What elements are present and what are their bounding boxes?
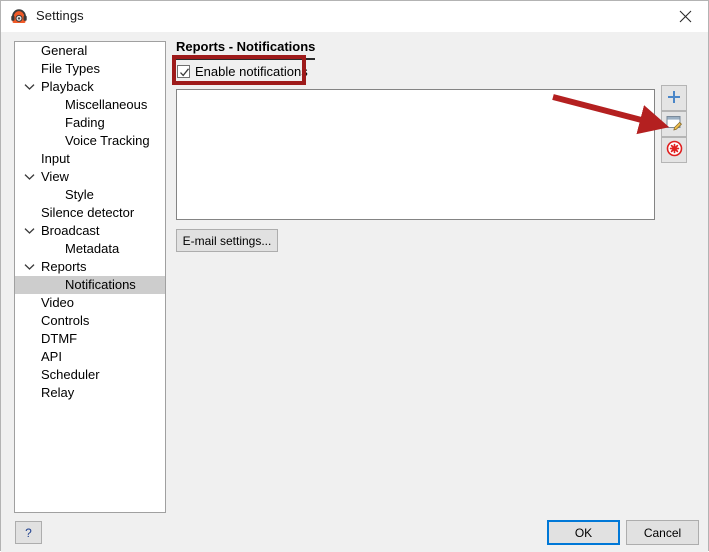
enable-notifications-checkbox[interactable]: Enable notifications [177,63,308,80]
checkbox-label: Enable notifications [195,64,308,79]
notifications-list[interactable] [176,89,655,220]
checkbox-box[interactable] [177,65,190,78]
sidebar-item-label: Relay [41,385,75,400]
sidebar-item-input[interactable]: Input [15,150,165,168]
chevron-down-icon[interactable] [24,78,37,96]
help-button[interactable]: ? [15,521,42,544]
sidebar-item-label: Voice Tracking [65,133,150,148]
delete-circle-icon [666,140,683,160]
sidebar-item-voice-tracking[interactable]: Voice Tracking [15,132,165,150]
sidebar-item-miscellaneous[interactable]: Miscellaneous [15,96,165,114]
sidebar-item-label: Playback [41,79,94,94]
sidebar-item-label: Miscellaneous [65,97,148,112]
sidebar-item-view[interactable]: View [15,168,165,186]
cancel-button[interactable]: Cancel [626,520,699,545]
sidebar-item-notifications[interactable]: Notifications [15,276,165,294]
settings-dialog: Settings General File Types Playback Miscel… [0,0,709,552]
close-icon[interactable] [662,1,708,32]
sidebar-item-label: Controls [41,313,90,328]
sidebar-item-label: Fading [65,115,105,130]
page-title-underline [175,58,315,60]
delete-button[interactable] [661,137,687,163]
sidebar-item-label: File Types [41,61,101,76]
sidebar-item-controls[interactable]: Controls [15,312,165,330]
chevron-down-icon[interactable] [24,168,37,186]
sidebar-item-file-types[interactable]: File Types [15,60,165,78]
sidebar-item-fading[interactable]: Fading [15,114,165,132]
settings-tree[interactable]: General File Types Playback Miscellaneous Fa… [14,41,166,513]
sidebar-item-playback[interactable]: Playback [15,78,165,96]
sidebar-item-metadata[interactable]: Metadata [15,240,165,258]
sidebar-item-style[interactable]: Style [15,186,165,204]
radio-headphones-icon [10,8,28,26]
sidebar-item-relay[interactable]: Relay [15,384,165,402]
sidebar-item-label: DTMF [41,331,78,346]
sidebar-item-video[interactable]: Video [15,294,165,312]
sidebar-item-label: View [41,169,69,184]
sidebar-item-label: API [41,349,62,364]
sidebar-item-silence-detector[interactable]: Silence detector [15,204,165,222]
ok-button[interactable]: OK [547,520,620,545]
add-button[interactable] [661,85,687,111]
chevron-down-icon[interactable] [24,222,37,240]
sidebar-item-label: Video [41,295,75,310]
sidebar-item-reports[interactable]: Reports [15,258,165,276]
window-bottom-edge [1,546,708,550]
sidebar-item-label: Notifications [65,277,136,292]
sidebar-item-label: Reports [41,259,87,274]
sidebar-item-scheduler[interactable]: Scheduler [15,366,165,384]
sidebar-item-label: Metadata [65,241,120,256]
page-title: Reports - Notifications [176,39,316,54]
edit-pencil-icon [666,115,683,134]
sidebar-item-api[interactable]: API [15,348,165,366]
email-settings-button[interactable]: E-mail settings... [176,229,278,252]
edit-button[interactable] [661,111,687,137]
sidebar-item-label: Input [41,151,70,166]
dialog-body: General File Types Playback Miscellaneous Fa… [1,32,708,552]
sidebar-item-label: Style [65,187,94,202]
title-bar: Settings [1,1,708,32]
plus-icon [666,89,682,108]
sidebar-item-label: Silence detector [41,205,135,220]
sidebar-item-broadcast[interactable]: Broadcast [15,222,165,240]
chevron-down-icon[interactable] [24,258,37,276]
sidebar-item-label: Broadcast [41,223,100,238]
sidebar-item-label: General [41,43,88,58]
sidebar-item-dtmf[interactable]: DTMF [15,330,165,348]
sidebar-item-general[interactable]: General [15,42,165,60]
sidebar-item-label: Scheduler [41,367,100,382]
window-title: Settings [36,8,84,23]
